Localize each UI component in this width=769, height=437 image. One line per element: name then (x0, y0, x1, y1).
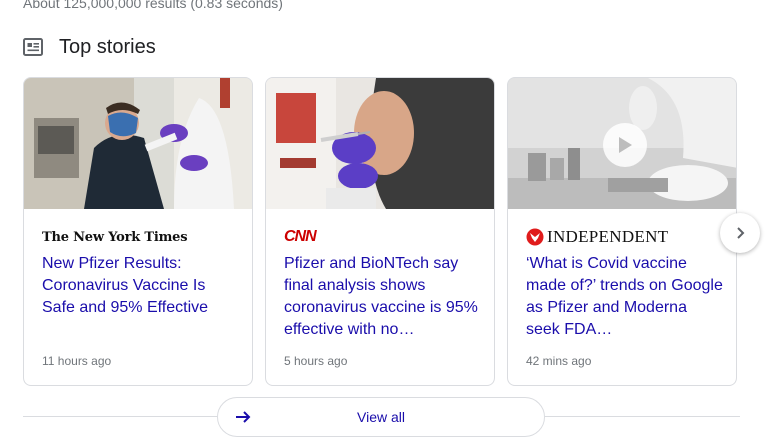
top-stories-header: Top stories (23, 34, 156, 60)
story-time: 42 mins ago (526, 354, 592, 368)
story-thumbnail (508, 78, 736, 209)
view-all-label: View all (357, 409, 405, 425)
chevron-right-icon (737, 227, 745, 239)
story-card-2[interactable]: CNN Pfizer and BioNTech say final analys… (265, 77, 495, 386)
story-source: INDEPENDENT (526, 227, 668, 247)
story-source: The New York Times (42, 228, 188, 246)
play-video-icon[interactable] (603, 123, 647, 167)
story-headline[interactable]: Pfizer and BioNTech say final analysis s… (284, 253, 482, 341)
independent-eagle-icon (526, 228, 544, 246)
independent-wordmark: INDEPENDENT (547, 227, 669, 246)
story-thumbnail (24, 78, 252, 209)
cnn-logo: CNN (284, 228, 317, 245)
result-stats: About 125,000,000 results (0.83 seconds) (23, 0, 283, 11)
divider-right (545, 416, 740, 417)
carousel-next-button[interactable] (720, 213, 760, 253)
story-card-1[interactable]: The New York Times New Pfizer Results: C… (23, 77, 253, 386)
story-source: CNN (284, 228, 317, 246)
story-card-3[interactable]: INDEPENDENT ‘What is Covid vaccine made … (507, 77, 737, 386)
divider-left (23, 416, 217, 417)
story-time: 11 hours ago (42, 354, 112, 368)
independent-logo: INDEPENDENT (526, 227, 668, 247)
story-time: 5 hours ago (284, 354, 348, 368)
story-headline[interactable]: New Pfizer Results: Coronavirus Vaccine … (42, 253, 240, 319)
view-all-button[interactable]: View all (217, 397, 545, 437)
section-title: Top stories (59, 35, 156, 58)
story-headline[interactable]: ‘What is Covid vaccine made of?’ trends … (526, 253, 724, 341)
nyt-logo: The New York Times (42, 229, 188, 245)
story-thumbnail (266, 78, 494, 209)
news-icon (23, 38, 43, 56)
